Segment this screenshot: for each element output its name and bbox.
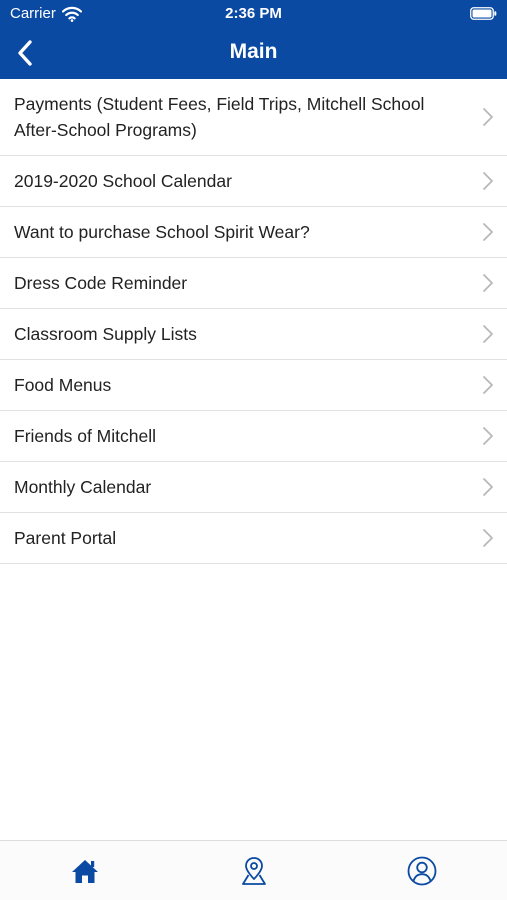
chevron-right-icon xyxy=(483,478,493,496)
menu-item-label: 2019-2020 School Calendar xyxy=(14,171,232,191)
chevron-right-icon xyxy=(483,223,493,241)
map-pin-icon xyxy=(242,857,266,885)
menu-item-food-menus[interactable]: Food Menus xyxy=(0,360,507,411)
menu-item-payments[interactable]: Payments (Student Fees, Field Trips, Mit… xyxy=(0,79,507,156)
tab-map[interactable] xyxy=(236,853,272,889)
page-title: Main xyxy=(229,40,278,63)
menu-item-label: Parent Portal xyxy=(14,528,117,548)
menu-item-label: Friends of Mitchell xyxy=(14,426,156,446)
menu-item-monthly-calendar[interactable]: Monthly Calendar xyxy=(0,462,507,513)
header: Carrier 2:36 PM Main xyxy=(0,0,507,79)
profile-icon xyxy=(407,856,437,886)
battery-icon xyxy=(470,7,497,20)
menu-item-friends-of-mitchell[interactable]: Friends of Mitchell xyxy=(0,411,507,462)
menu-item-supply-lists[interactable]: Classroom Supply Lists xyxy=(0,309,507,360)
chevron-right-icon xyxy=(483,376,493,394)
menu-item-label: Monthly Calendar xyxy=(14,477,152,497)
chevron-right-icon xyxy=(483,325,493,343)
navigation-bar: Main xyxy=(0,28,507,79)
menu-item-parent-portal[interactable]: Parent Portal xyxy=(0,513,507,564)
clock: 2:36 PM xyxy=(225,5,282,22)
menu-item-label: Payments (Student Fees, Field Trips, Mit… xyxy=(14,94,425,140)
menu-item-spirit-wear[interactable]: Want to purchase School Spirit Wear? xyxy=(0,207,507,258)
tab-home[interactable] xyxy=(67,853,103,889)
menu-item-label: Want to purchase School Spirit Wear? xyxy=(14,222,310,242)
chevron-right-icon xyxy=(483,172,493,190)
menu-item-dress-code[interactable]: Dress Code Reminder xyxy=(0,258,507,309)
chevron-right-icon xyxy=(483,274,493,292)
menu-item-label: Food Menus xyxy=(14,375,112,395)
chevron-right-icon xyxy=(483,108,493,126)
menu-item-school-calendar[interactable]: 2019-2020 School Calendar xyxy=(0,156,507,207)
chevron-right-icon xyxy=(483,529,493,547)
status-bar: Carrier 2:36 PM xyxy=(0,0,507,28)
tab-bar xyxy=(0,840,507,900)
menu-item-label: Dress Code Reminder xyxy=(14,273,188,293)
chevron-right-icon xyxy=(483,427,493,445)
home-icon xyxy=(72,860,98,883)
menu-item-label: Classroom Supply Lists xyxy=(14,324,197,344)
menu-list: Payments (Student Fees, Field Trips, Mit… xyxy=(0,79,507,564)
tab-profile[interactable] xyxy=(404,853,440,889)
